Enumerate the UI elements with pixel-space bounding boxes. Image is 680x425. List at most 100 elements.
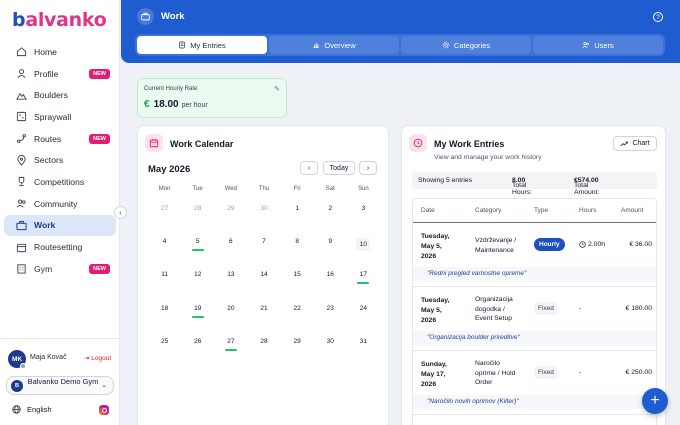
day-number: 31 [359, 337, 368, 345]
sidebar-item-label: Gym [34, 263, 53, 274]
table-row[interactable]: Sunday, May 17, 2026 Naročilo oprime / Hold O… [413, 351, 656, 415]
calendar-weeks: 27 28 29 30 1 2 3 4 5 6 7 8 9 10 11 12 13 14 15 16 17 18 19 20 2… [148, 201, 380, 367]
page-title: Work [161, 11, 185, 22]
column-header-category[interactable]: Category [475, 207, 501, 214]
chart-button[interactable]: Chart [613, 136, 657, 151]
language-select[interactable]: English [12, 405, 52, 414]
sidebar-item-community[interactable]: Community [4, 193, 116, 215]
entries-title: My Work Entries [434, 139, 505, 149]
sidebar-item-gym[interactable]: Gym NEW [4, 258, 116, 280]
column-header-date[interactable]: Date [421, 207, 435, 214]
calendar-day[interactable]: 8 [281, 234, 314, 267]
entry-date: Sunday, May 17, 2026 [421, 360, 447, 390]
sidebar-item-spraywall[interactable]: Spraywall [4, 106, 116, 128]
calendar-day[interactable]: 20 [214, 301, 247, 334]
calendar-day[interactable]: 28 [181, 201, 214, 234]
column-header-type[interactable]: Type [534, 207, 548, 214]
calendar-day[interactable]: 29 [281, 334, 314, 367]
sidebar-item-routesetting[interactable]: Routesetting [4, 236, 116, 258]
weekday-label: Thu [258, 186, 270, 192]
logout-button[interactable]: ⇥ Logout [84, 354, 111, 362]
sidebar-item-boulders[interactable]: Boulders [4, 84, 116, 106]
add-entry-button[interactable]: + [642, 388, 668, 414]
calendar-day[interactable]: 11 [148, 267, 181, 300]
today-button[interactable]: Today [323, 161, 355, 175]
calendar-day[interactable]: 23 [314, 301, 347, 334]
entry-marker [357, 282, 370, 285]
help-icon[interactable]: ? [653, 12, 663, 22]
entry-type-badge: Fixed [534, 302, 558, 315]
calendar-day[interactable]: 27 [148, 201, 181, 234]
day-number: 10 [356, 238, 371, 252]
calendar-day[interactable]: 30 [314, 334, 347, 367]
calendar-month: May 2026 [148, 164, 191, 175]
calendar-day[interactable]: 9 [314, 234, 347, 267]
table-row[interactable]: Tuesday, May 5, 2026 Organizacija dogodka / E… [413, 287, 656, 351]
sidebar-item-profile[interactable]: Profile NEW [4, 63, 116, 85]
calendar-week: 4 5 6 7 8 9 10 [148, 234, 380, 267]
calendar-day[interactable]: 24 [347, 301, 380, 334]
calendar-grid: Mon Tue Wed Thu Fri Sat Sun 27 28 29 30 1 2 3 4 5 6 7 8 9 1… [148, 186, 380, 367]
column-header-hours[interactable]: Hours [579, 207, 596, 214]
instagram-icon[interactable] [99, 405, 109, 415]
sidebar-item-routes[interactable]: Routes NEW [4, 128, 116, 150]
entry-marker [191, 315, 204, 318]
sidebar-item-label: Spraywall [34, 111, 72, 122]
sidebar-item-label: Routesetting [34, 242, 83, 253]
entry-category: Naročilo oprime / Hold Order [475, 359, 515, 388]
calendar-day[interactable]: 16 [314, 267, 347, 300]
entry-hours: 2.00h [579, 241, 605, 248]
calendar-day[interactable]: 18 [148, 301, 181, 334]
table-row[interactable]: Tuesday, May 5, 2026 Vzdrževanje / Maintenan… [413, 223, 656, 287]
day-number: 22 [293, 304, 301, 312]
sidebar-item-work[interactable]: Work [4, 214, 116, 237]
calendar-day[interactable]: 28 [247, 334, 280, 367]
entry-date-line: May 5, [421, 243, 442, 250]
tab-overview[interactable]: Overview [269, 36, 399, 54]
calendar-day[interactable]: 4 [148, 234, 181, 267]
sidebar-item-label: Home [34, 46, 57, 57]
tab-users[interactable]: Users [533, 36, 663, 54]
entry-date-line: Tuesday, [421, 297, 450, 304]
day-number: 7 [262, 238, 266, 246]
day-number: 18 [160, 304, 169, 312]
calendar-day[interactable]: 5 [181, 234, 214, 267]
building-icon [16, 263, 27, 274]
entry-note: "Redni pregled varnostne opreme" [413, 267, 656, 281]
calendar-day[interactable]: 14 [247, 267, 280, 300]
tab-categories[interactable]: Categories [401, 36, 531, 54]
calendar-day[interactable]: 13 [214, 267, 247, 300]
calendar-day[interactable]: 31 [347, 334, 380, 367]
gym-select[interactable]: B Balvanko Demo Gym ⌄ [6, 376, 114, 395]
hourly-rate-label: Current Hourly Rate [144, 86, 198, 92]
edit-icon[interactable]: ✎ [274, 85, 280, 93]
calendar-day[interactable]: 2 [314, 201, 347, 234]
calendar-day[interactable]: 29 [214, 201, 247, 234]
calendar-day[interactable]: 1 [281, 201, 314, 234]
calendar-day[interactable]: 3 [347, 201, 380, 234]
calendar-day[interactable]: 30 [247, 201, 280, 234]
calendar-day[interactable]: 25 [148, 334, 181, 367]
calendar-day[interactable]: 17 [347, 267, 380, 300]
calendar-day[interactable]: 26 [181, 334, 214, 367]
prev-month-button[interactable]: ‹ [300, 161, 318, 175]
brand-logo[interactable]: balvanko [12, 9, 107, 31]
calendar-day[interactable]: 15 [281, 267, 314, 300]
sidebar-item-sectors[interactable]: Sectors [4, 149, 116, 171]
column-header-amount[interactable]: Amount [621, 207, 643, 214]
calendar-day[interactable]: 10 [347, 234, 380, 267]
tab-my-entries[interactable]: My Entries [137, 36, 267, 54]
calendar-day[interactable]: 7 [247, 234, 280, 267]
sidebar-item-home[interactable]: Home [4, 41, 116, 63]
calendar-day[interactable]: 19 [181, 301, 214, 334]
calendar-day[interactable]: 6 [214, 234, 247, 267]
calendar-day[interactable]: 12 [181, 267, 214, 300]
next-month-button[interactable]: › [359, 161, 377, 175]
entry-amount: € 250.00 [625, 369, 652, 376]
calendar-day[interactable]: 22 [281, 301, 314, 334]
sidebar-item-label: Profile [34, 68, 59, 79]
sidebar-collapse-button[interactable]: ‹ [114, 206, 127, 219]
calendar-day[interactable]: 21 [247, 301, 280, 334]
sidebar-item-competitions[interactable]: Competitions [4, 171, 116, 193]
calendar-day[interactable]: 27 [214, 334, 247, 367]
